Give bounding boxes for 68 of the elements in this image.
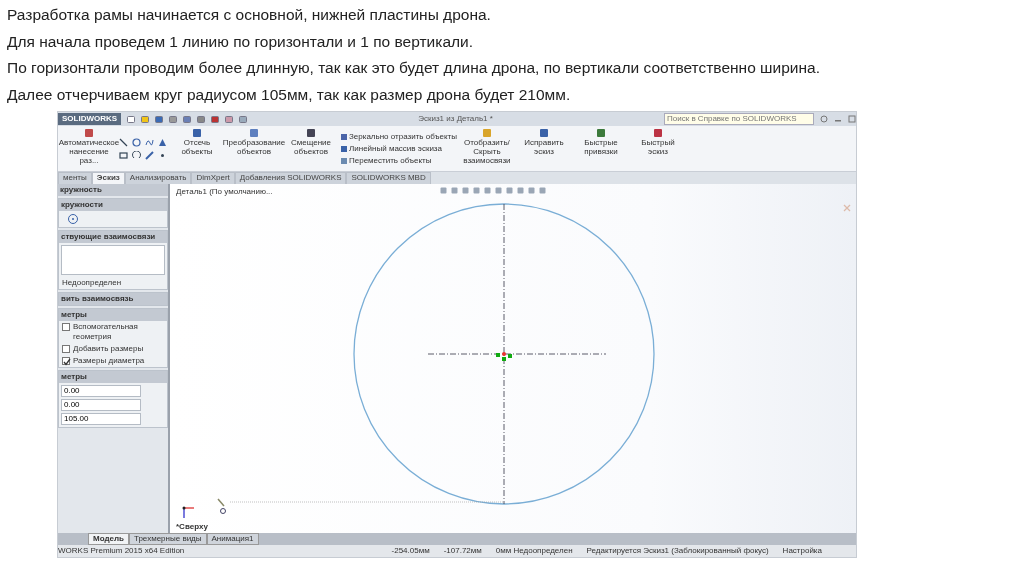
- ribbon-tab[interactable]: Добавления SOLIDWORKS: [234, 172, 347, 184]
- checkbox[interactable]: [62, 357, 70, 365]
- tool-icon: [306, 128, 316, 138]
- tool-icon: [481, 128, 492, 138]
- ribbon-button[interactable]: Отобразить/Скрыть взаимосвязи: [459, 127, 514, 170]
- section-header[interactable]: кружности: [59, 199, 167, 211]
- slide-text: Разработка рамы начинается с основной, нижней пластины дрона.: [7, 5, 492, 24]
- status-text: WORKS Premium 2015 x64 Edition: [58, 546, 186, 556]
- window-icon: [848, 115, 856, 123]
- ribbon-button[interactable]: Зеркально отразить объекты: [341, 131, 457, 142]
- axis-triad-icon: [182, 506, 195, 519]
- window-title: Эскиз1 из Деталь1 *: [417, 113, 494, 125]
- tool-icon: [192, 128, 202, 138]
- model-tab[interactable]: Анимация1: [206, 533, 259, 545]
- slide-text: По горизонтали проводим более длинную, так как это будет длина дрона, по вертикали соответственно ширина.: [7, 58, 821, 77]
- status-text: -254.05мм: [391, 546, 430, 556]
- ribbon-tab[interactable]: SOLIDWORKS MBD: [346, 172, 431, 184]
- rectangle-icon[interactable]: [119, 150, 128, 160]
- tool-icon: [595, 128, 606, 138]
- input-field[interactable]: 105.00: [61, 413, 141, 425]
- section-header[interactable]: метры: [59, 371, 167, 383]
- app-logo: SOLIDWORKS: [58, 113, 122, 125]
- tool-icon: [538, 128, 549, 138]
- section-header[interactable]: ствующие взаимосвязи: [59, 231, 167, 243]
- section-header[interactable]: вить взаимосвязь: [59, 293, 167, 305]
- ribbon-tab[interactable]: менты: [58, 172, 92, 184]
- ribbon-button[interactable]: Исправить эскиз: [516, 127, 571, 170]
- line-icon[interactable]: [119, 137, 128, 147]
- circle-icon[interactable]: [132, 137, 141, 147]
- circle-tool-icon: [67, 213, 79, 225]
- ribbon-button[interactable]: Смещение объектов: [284, 127, 338, 170]
- input-field[interactable]: 0.00: [61, 385, 141, 397]
- slide-text: Далее отчерчиваем круг радиусом 105мм, так как размер дрона будет 210мм.: [7, 84, 572, 104]
- tool-icon: [249, 128, 259, 138]
- status-text: -107.72мм: [443, 546, 482, 556]
- option-label: Вспомогательная геометрия: [73, 322, 139, 342]
- triangle-icon[interactable]: [158, 137, 167, 147]
- status-text: Недоопределен: [61, 277, 123, 289]
- ribbon-button[interactable]: Быстрый эскиз: [630, 127, 685, 170]
- ribbon-tab[interactable]: Анализировать: [124, 172, 192, 184]
- model-tab[interactable]: Модель: [88, 533, 129, 545]
- checkbox[interactable]: [62, 345, 70, 353]
- help-icon: [820, 115, 828, 123]
- status-text: Настройка: [782, 546, 822, 556]
- option-label: Размеры диаметра: [73, 356, 145, 366]
- checkbox[interactable]: [62, 323, 70, 331]
- status-text: 0мм Недоопределен: [495, 546, 573, 556]
- section-header[interactable]: метры: [59, 309, 167, 321]
- tree-item[interactable]: Деталь1 (По умолчанию...: [176, 186, 273, 198]
- status-text: Редактируется Эскиз1 (Заблокированный фокус): [586, 546, 769, 556]
- cursor-icon: [217, 498, 226, 514]
- view-label: *Сверху: [176, 521, 208, 533]
- tool-icon: [652, 128, 663, 138]
- input-field[interactable]: 0.00: [61, 399, 141, 411]
- ribbon-tab[interactable]: DimXpert: [191, 172, 235, 184]
- panel-header: кружность: [58, 184, 168, 196]
- model-tab[interactable]: Трехмерные виды: [129, 533, 207, 545]
- spline-icon[interactable]: [145, 137, 154, 147]
- option-label: Добавить размеры: [73, 344, 144, 354]
- tool-icon: [84, 128, 94, 138]
- ribbon-button[interactable]: Переместить объекты: [341, 155, 457, 166]
- arc-icon[interactable]: [132, 150, 141, 160]
- search-field[interactable]: Поиск в Справке по SOLIDWORKS: [664, 113, 814, 125]
- ribbon-tab[interactable]: Эскиз: [91, 172, 125, 184]
- ribbon-button[interactable]: Линейный массив эскиза: [341, 143, 457, 154]
- ribbon-button[interactable]: Быстрые привязки: [573, 127, 628, 170]
- slide-text: Для начала проведем 1 линию по горизонтали и 1 по вертикали.: [7, 31, 474, 51]
- ribbon-button[interactable]: Отсечь объекты: [170, 127, 224, 170]
